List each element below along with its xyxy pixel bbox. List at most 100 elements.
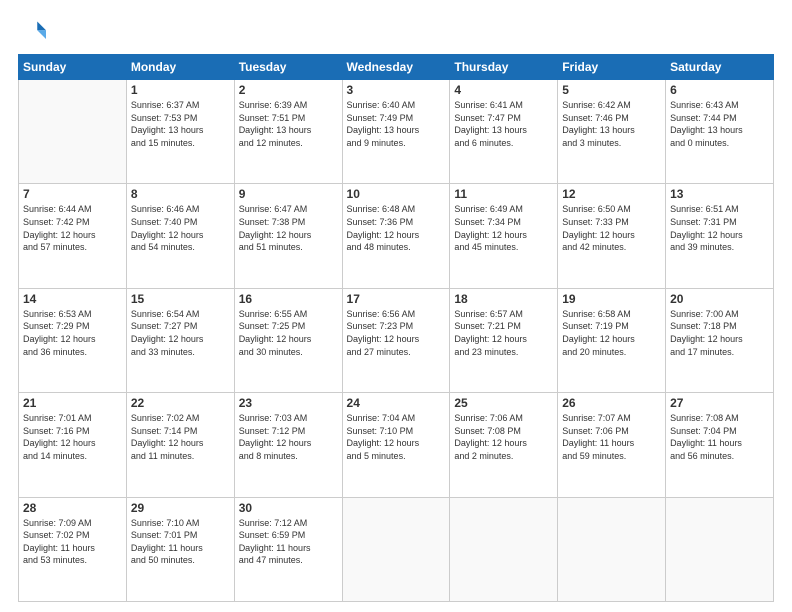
day-info: Sunrise: 6:43 AM Sunset: 7:44 PM Dayligh… bbox=[670, 99, 769, 149]
day-info: Sunrise: 7:02 AM Sunset: 7:14 PM Dayligh… bbox=[131, 412, 230, 462]
weekday-header: Friday bbox=[558, 55, 666, 80]
calendar-cell bbox=[342, 497, 450, 601]
calendar-cell: 18 Sunrise: 6:57 AM Sunset: 7:21 PM Dayli… bbox=[450, 288, 558, 392]
day-info: Sunrise: 6:48 AM Sunset: 7:36 PM Dayligh… bbox=[347, 203, 446, 253]
day-number: 7 bbox=[23, 187, 122, 201]
day-number: 16 bbox=[239, 292, 338, 306]
calendar-cell: 26 Sunrise: 7:07 AM Sunset: 7:06 PM Dayli… bbox=[558, 393, 666, 497]
day-info: Sunrise: 7:00 AM Sunset: 7:18 PM Dayligh… bbox=[670, 308, 769, 358]
calendar-cell: 20Sunrise: 7:00 AM Sunset: 7:18 PM Dayli… bbox=[666, 288, 774, 392]
calendar-cell: 30 Sunrise: 7:12 AM Sunset: 6:59 PM Dayli… bbox=[234, 497, 342, 601]
day-number: 29 bbox=[131, 501, 230, 515]
day-number: 1 bbox=[131, 83, 230, 97]
calendar-cell: 24 Sunrise: 7:04 AM Sunset: 7:10 PM Dayli… bbox=[342, 393, 450, 497]
day-info: Sunrise: 6:51 AM Sunset: 7:31 PM Dayligh… bbox=[670, 203, 769, 253]
calendar-week-row: 1 Sunrise: 6:37 AM Sunset: 7:53 PM Daylig… bbox=[19, 80, 774, 184]
day-number: 28 bbox=[23, 501, 122, 515]
calendar-cell: 14 Sunrise: 6:53 AM Sunset: 7:29 PM Dayli… bbox=[19, 288, 127, 392]
day-info: Sunrise: 6:50 AM Sunset: 7:33 PM Dayligh… bbox=[562, 203, 661, 253]
day-number: 27 bbox=[670, 396, 769, 410]
calendar-cell: 2 Sunrise: 6:39 AM Sunset: 7:51 PM Daylig… bbox=[234, 80, 342, 184]
header bbox=[18, 18, 774, 46]
day-info: Sunrise: 7:07 AM Sunset: 7:06 PM Dayligh… bbox=[562, 412, 661, 462]
day-number: 8 bbox=[131, 187, 230, 201]
day-info: Sunrise: 6:54 AM Sunset: 7:27 PM Dayligh… bbox=[131, 308, 230, 358]
calendar-cell: 28 Sunrise: 7:09 AM Sunset: 7:02 PM Dayli… bbox=[19, 497, 127, 601]
weekday-header: Tuesday bbox=[234, 55, 342, 80]
weekday-header: Wednesday bbox=[342, 55, 450, 80]
weekday-header: Saturday bbox=[666, 55, 774, 80]
day-info: Sunrise: 6:55 AM Sunset: 7:25 PM Dayligh… bbox=[239, 308, 338, 358]
calendar-cell: 15 Sunrise: 6:54 AM Sunset: 7:27 PM Dayli… bbox=[126, 288, 234, 392]
day-info: Sunrise: 6:53 AM Sunset: 7:29 PM Dayligh… bbox=[23, 308, 122, 358]
calendar-cell: 29 Sunrise: 7:10 AM Sunset: 7:01 PM Dayli… bbox=[126, 497, 234, 601]
calendar-cell: 19 Sunrise: 6:58 AM Sunset: 7:19 PM Dayli… bbox=[558, 288, 666, 392]
calendar: SundayMondayTuesdayWednesdayThursdayFrid… bbox=[18, 54, 774, 602]
day-number: 4 bbox=[454, 83, 553, 97]
day-number: 9 bbox=[239, 187, 338, 201]
day-number: 30 bbox=[239, 501, 338, 515]
calendar-cell: 5Sunrise: 6:42 AM Sunset: 7:46 PM Daylig… bbox=[558, 80, 666, 184]
day-info: Sunrise: 7:12 AM Sunset: 6:59 PM Dayligh… bbox=[239, 517, 338, 567]
calendar-cell: 13 Sunrise: 6:51 AM Sunset: 7:31 PM Dayli… bbox=[666, 184, 774, 288]
day-info: Sunrise: 6:39 AM Sunset: 7:51 PM Dayligh… bbox=[239, 99, 338, 149]
day-info: Sunrise: 7:09 AM Sunset: 7:02 PM Dayligh… bbox=[23, 517, 122, 567]
day-info: Sunrise: 6:37 AM Sunset: 7:53 PM Dayligh… bbox=[131, 99, 230, 149]
day-info: Sunrise: 6:44 AM Sunset: 7:42 PM Dayligh… bbox=[23, 203, 122, 253]
weekday-header: Sunday bbox=[19, 55, 127, 80]
page: SundayMondayTuesdayWednesdayThursdayFrid… bbox=[0, 0, 792, 612]
day-number: 25 bbox=[454, 396, 553, 410]
calendar-cell: 6 Sunrise: 6:43 AM Sunset: 7:44 PM Daylig… bbox=[666, 80, 774, 184]
weekday-header-row: SundayMondayTuesdayWednesdayThursdayFrid… bbox=[19, 55, 774, 80]
calendar-cell bbox=[450, 497, 558, 601]
day-number: 3 bbox=[347, 83, 446, 97]
logo-icon bbox=[18, 18, 46, 46]
day-number: 2 bbox=[239, 83, 338, 97]
calendar-cell: 7 Sunrise: 6:44 AM Sunset: 7:42 PM Daylig… bbox=[19, 184, 127, 288]
day-info: Sunrise: 6:49 AM Sunset: 7:34 PM Dayligh… bbox=[454, 203, 553, 253]
day-info: Sunrise: 7:04 AM Sunset: 7:10 PM Dayligh… bbox=[347, 412, 446, 462]
calendar-cell: 10 Sunrise: 6:48 AM Sunset: 7:36 PM Dayli… bbox=[342, 184, 450, 288]
weekday-header: Thursday bbox=[450, 55, 558, 80]
day-info: Sunrise: 6:57 AM Sunset: 7:21 PM Dayligh… bbox=[454, 308, 553, 358]
day-info: Sunrise: 7:10 AM Sunset: 7:01 PM Dayligh… bbox=[131, 517, 230, 567]
day-info: Sunrise: 6:47 AM Sunset: 7:38 PM Dayligh… bbox=[239, 203, 338, 253]
calendar-week-row: 28 Sunrise: 7:09 AM Sunset: 7:02 PM Dayli… bbox=[19, 497, 774, 601]
calendar-cell: 9 Sunrise: 6:47 AM Sunset: 7:38 PM Daylig… bbox=[234, 184, 342, 288]
day-info: Sunrise: 6:58 AM Sunset: 7:19 PM Dayligh… bbox=[562, 308, 661, 358]
day-number: 13 bbox=[670, 187, 769, 201]
day-number: 10 bbox=[347, 187, 446, 201]
calendar-cell: 16 Sunrise: 6:55 AM Sunset: 7:25 PM Dayli… bbox=[234, 288, 342, 392]
calendar-cell: 23 Sunrise: 7:03 AM Sunset: 7:12 PM Dayli… bbox=[234, 393, 342, 497]
calendar-cell: 12 Sunrise: 6:50 AM Sunset: 7:33 PM Dayli… bbox=[558, 184, 666, 288]
day-number: 22 bbox=[131, 396, 230, 410]
day-number: 26 bbox=[562, 396, 661, 410]
day-info: Sunrise: 6:40 AM Sunset: 7:49 PM Dayligh… bbox=[347, 99, 446, 149]
day-number: 19 bbox=[562, 292, 661, 306]
calendar-cell bbox=[558, 497, 666, 601]
calendar-cell: 25 Sunrise: 7:06 AM Sunset: 7:08 PM Dayli… bbox=[450, 393, 558, 497]
day-number: 15 bbox=[131, 292, 230, 306]
day-number: 18 bbox=[454, 292, 553, 306]
day-number: 17 bbox=[347, 292, 446, 306]
calendar-week-row: 7 Sunrise: 6:44 AM Sunset: 7:42 PM Daylig… bbox=[19, 184, 774, 288]
day-number: 6 bbox=[670, 83, 769, 97]
calendar-cell bbox=[666, 497, 774, 601]
day-number: 12 bbox=[562, 187, 661, 201]
day-info: Sunrise: 7:06 AM Sunset: 7:08 PM Dayligh… bbox=[454, 412, 553, 462]
calendar-cell: 8Sunrise: 6:46 AM Sunset: 7:40 PM Daylig… bbox=[126, 184, 234, 288]
calendar-cell: 27 Sunrise: 7:08 AM Sunset: 7:04 PM Dayli… bbox=[666, 393, 774, 497]
day-number: 11 bbox=[454, 187, 553, 201]
day-number: 14 bbox=[23, 292, 122, 306]
calendar-cell: 3 Sunrise: 6:40 AM Sunset: 7:49 PM Daylig… bbox=[342, 80, 450, 184]
day-number: 23 bbox=[239, 396, 338, 410]
day-info: Sunrise: 7:03 AM Sunset: 7:12 PM Dayligh… bbox=[239, 412, 338, 462]
calendar-week-row: 21Sunrise: 7:01 AM Sunset: 7:16 PM Dayli… bbox=[19, 393, 774, 497]
day-number: 5 bbox=[562, 83, 661, 97]
calendar-cell: 1 Sunrise: 6:37 AM Sunset: 7:53 PM Daylig… bbox=[126, 80, 234, 184]
day-info: Sunrise: 7:01 AM Sunset: 7:16 PM Dayligh… bbox=[23, 412, 122, 462]
day-info: Sunrise: 6:41 AM Sunset: 7:47 PM Dayligh… bbox=[454, 99, 553, 149]
day-number: 24 bbox=[347, 396, 446, 410]
weekday-header: Monday bbox=[126, 55, 234, 80]
day-info: Sunrise: 7:08 AM Sunset: 7:04 PM Dayligh… bbox=[670, 412, 769, 462]
